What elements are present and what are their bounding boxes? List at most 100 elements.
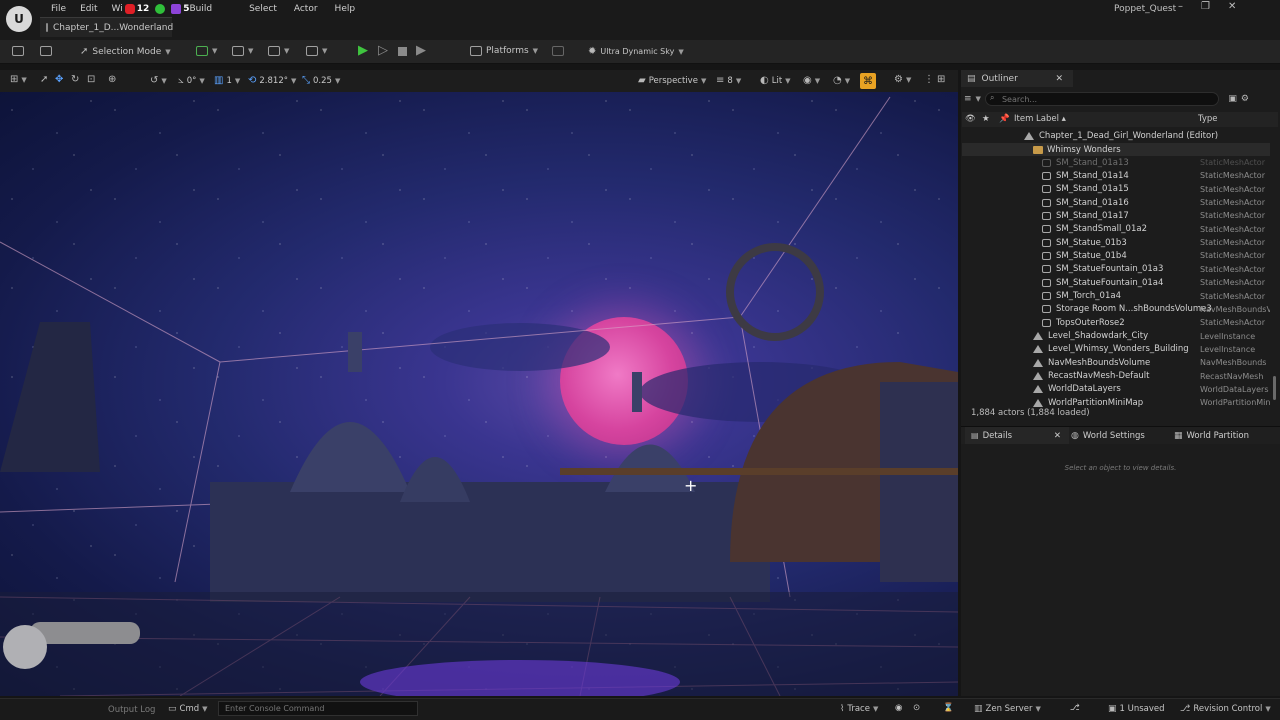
stop-icon[interactable] [398,47,407,56]
select-tool-icon[interactable]: ➚ [40,74,48,85]
tree-row[interactable]: NavMeshBoundsVolume NavMeshBounds [962,356,1270,369]
minimize-icon[interactable]: – [1178,1,1183,12]
menu-window[interactable]: Wi [105,4,125,14]
tree-row[interactable]: TopsOuterRose2 StaticMeshActor [962,316,1270,329]
menu-build[interactable]: Build [190,4,220,14]
tree-row[interactable]: SM_Stand_01a14 StaticMeshActor [962,169,1270,182]
play-icon[interactable]: ▶ [358,43,368,58]
derived-data-icon[interactable]: ⌛ [943,703,954,713]
type-column[interactable]: Type [1198,114,1218,124]
menu-help[interactable]: Help [325,4,363,14]
level-viewport[interactable]: + [0,92,958,696]
settings-icon[interactable] [552,46,564,56]
camera-speed-button[interactable]: ≡ 8 ▼ [716,75,741,86]
content-browser-icon[interactable] [40,46,52,56]
viewport-settings-icon[interactable]: ⚙ ▼ [894,74,911,85]
blueprint-button[interactable]: ▼ [232,46,253,56]
trace-button[interactable]: ⌇ Trace ▼ [840,704,878,714]
translate-tool-icon[interactable]: ✥ [55,74,63,85]
rotate-tool-icon[interactable]: ↻ [71,74,79,85]
source-control-icon[interactable]: ⎇ [1070,703,1080,713]
eject-icon[interactable]: ▶ [416,43,426,58]
layout-icon[interactable]: ⊞ [937,74,945,85]
tree-row[interactable]: Level_Whimsy_Wonders_Building LevelInstan… [962,343,1270,356]
tree-row[interactable]: SM_StandSmall_01a2 StaticMeshActor [962,223,1270,236]
level-tab[interactable]: Chapter_1_D...Wonderland [40,17,173,37]
tree-row[interactable]: WorldDataLayers WorldDataLayers [962,383,1270,396]
tree-row[interactable]: Level_Shadowdark_City LevelInstance [962,330,1270,343]
build-button[interactable]: ▼ [306,46,327,56]
zen-server-button[interactable]: ▥ Zen Server ▼ [974,704,1041,714]
tree-row[interactable]: RecastNavMesh-Default RecastNavMesh [962,370,1270,383]
surface-snap-icon[interactable]: ↺ ▼ [150,75,167,86]
cmd-button[interactable]: ▭ Cmd ▼ [168,704,208,714]
scale-tool-icon[interactable]: ⊡ [87,74,95,85]
menu-select[interactable]: Select [219,4,284,14]
tab-world-partition[interactable]: ▦ World Partition [1174,427,1249,444]
angle-icon: ⦣ [178,75,184,86]
tree-row[interactable]: SM_Statue_01b4 StaticMeshActor [962,249,1270,262]
unsaved-button[interactable]: ▣ 1 Unsaved [1108,704,1165,714]
menu-edit[interactable]: Edit [73,4,104,14]
favorite-column-icon[interactable]: ★ [982,114,990,124]
cmd-label: Cmd [179,704,200,714]
grid-snap-button[interactable]: ▥ 1 ▼ [214,75,240,86]
tree-row[interactable]: Storage Room N...shBoundsVolume3 NavMeshB… [962,303,1270,316]
tab-world-settings[interactable]: ◍ World Settings [1071,427,1145,444]
simulate-icon[interactable]: ▷ [378,43,388,58]
platforms-button[interactable]: Platforms ▼ [470,46,538,56]
tree-row-root[interactable]: Chapter_1_Dead_Girl_Wonderland (Editor) [962,129,1270,142]
transform-menu-icon[interactable]: ⊞ ▼ [10,74,27,85]
revision-control-button[interactable]: ⎇ Revision Control ▼ [1180,704,1271,714]
maximize-icon[interactable]: ❐ [1201,1,1210,12]
screenshot-icon[interactable]: ⊙ [913,703,920,713]
static-mesh-icon [1042,225,1051,234]
add-actor-button[interactable]: ▼ [196,46,217,56]
outliner-scrollbar[interactable] [1273,376,1276,400]
selection-mode-button[interactable]: ➚ Selection Mode ▼ [80,46,171,57]
close-tab-icon[interactable]: ✕ [1054,431,1061,441]
tab-details[interactable]: ▤ Details ✕ [965,427,1069,444]
pin-column-icon[interactable]: 📌 [999,114,1010,124]
tree-row-folder[interactable]: Whimsy Wonders [962,143,1270,156]
item-label-column[interactable]: Item Label ▴ [1014,114,1066,124]
angle-snap-button[interactable]: ⟲ 2.812° ▼ [248,75,296,86]
ultra-dynamic-sky-button[interactable]: ✹ Ultra Dynamic Sky ▼ [588,46,684,57]
close-tab-icon[interactable]: ✕ [1055,74,1063,84]
tree-row[interactable]: SM_Stand_01a15 StaticMeshActor [962,183,1270,196]
perspective-button[interactable]: ▰ Perspective ▼ [638,75,706,86]
menu-actor[interactable]: Actor [284,4,325,14]
console-input[interactable] [218,701,418,716]
folder-icon [1033,145,1043,154]
tree-row[interactable]: SM_Torch_01a4 StaticMeshActor [962,290,1270,303]
tree-row[interactable]: SM_Stand_01a13 StaticMeshActor [962,156,1270,169]
visibility-column-icon[interactable]: 👁 [965,114,976,124]
realtime-button[interactable]: ◔ ▼ [833,75,850,86]
tree-row[interactable]: SM_Statue_01b3 StaticMeshActor [962,236,1270,249]
tree-row[interactable]: SM_StatueFountain_01a4 StaticMeshActor [962,276,1270,289]
cinematics-button[interactable]: ▼ [268,46,289,56]
chevron-down-icon[interactable]: ▼ [976,95,981,103]
record-icon[interactable]: ◉ [895,703,902,713]
lit-mode-button[interactable]: ◐ Lit ▼ [760,75,791,86]
tree-row-label: SM_Stand_01a16 [1056,197,1129,208]
world-space-icon[interactable]: ⊕ [108,74,116,85]
outliner-search-input[interactable] [984,92,1219,106]
tree-row[interactable]: SM_Stand_01a17 StaticMeshActor [962,209,1270,222]
add-folder-icon[interactable]: ▣ [1228,94,1237,104]
rotation-snap-button[interactable]: ⦣ 0° ▼ [178,75,205,86]
show-flags-button[interactable]: ◉ ▼ [803,75,820,86]
viewport-options-icon[interactable]: ⋮ [924,74,934,85]
close-icon[interactable]: ✕ [1228,1,1236,12]
tree-row[interactable]: SM_Stand_01a16 StaticMeshActor [962,196,1270,209]
filter-icon[interactable]: ≡ [964,94,972,104]
settings-icon[interactable]: ⚙ [1241,94,1249,104]
game-view-toggle-icon[interactable]: ⌘ [860,73,876,89]
outliner-tab[interactable]: ▤ Outliner ✕ [961,70,1073,87]
scale-snap-button[interactable]: ⤡ 0.25 ▼ [302,75,340,86]
tree-row[interactable]: SM_StatueFountain_01a3 StaticMeshActor [962,263,1270,276]
unreal-logo-icon[interactable]: U [6,6,32,32]
save-icon[interactable] [12,46,24,56]
output-log-button[interactable]: Output Log [108,705,155,715]
menu-file[interactable]: File [44,4,73,14]
